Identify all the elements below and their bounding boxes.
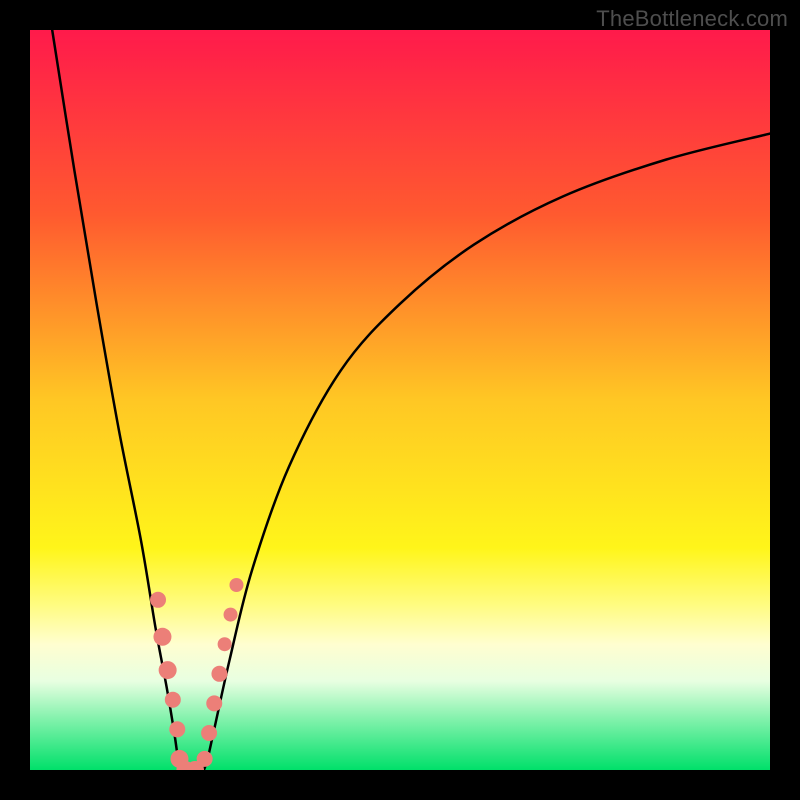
- marker-12: [218, 637, 232, 651]
- chart-svg: [30, 30, 770, 770]
- marker-1: [153, 628, 171, 646]
- marker-4: [169, 721, 185, 737]
- marker-9: [201, 725, 217, 741]
- marker-11: [211, 666, 227, 682]
- marker-2: [159, 661, 177, 679]
- marker-0: [150, 592, 166, 608]
- marker-13: [224, 608, 238, 622]
- watermark-text: TheBottleneck.com: [596, 6, 788, 32]
- marker-8: [197, 751, 213, 767]
- chart-background: [30, 30, 770, 770]
- marker-10: [206, 695, 222, 711]
- marker-14: [229, 578, 243, 592]
- chart-plot-area: [30, 30, 770, 770]
- marker-3: [165, 692, 181, 708]
- chart-frame: TheBottleneck.com: [0, 0, 800, 800]
